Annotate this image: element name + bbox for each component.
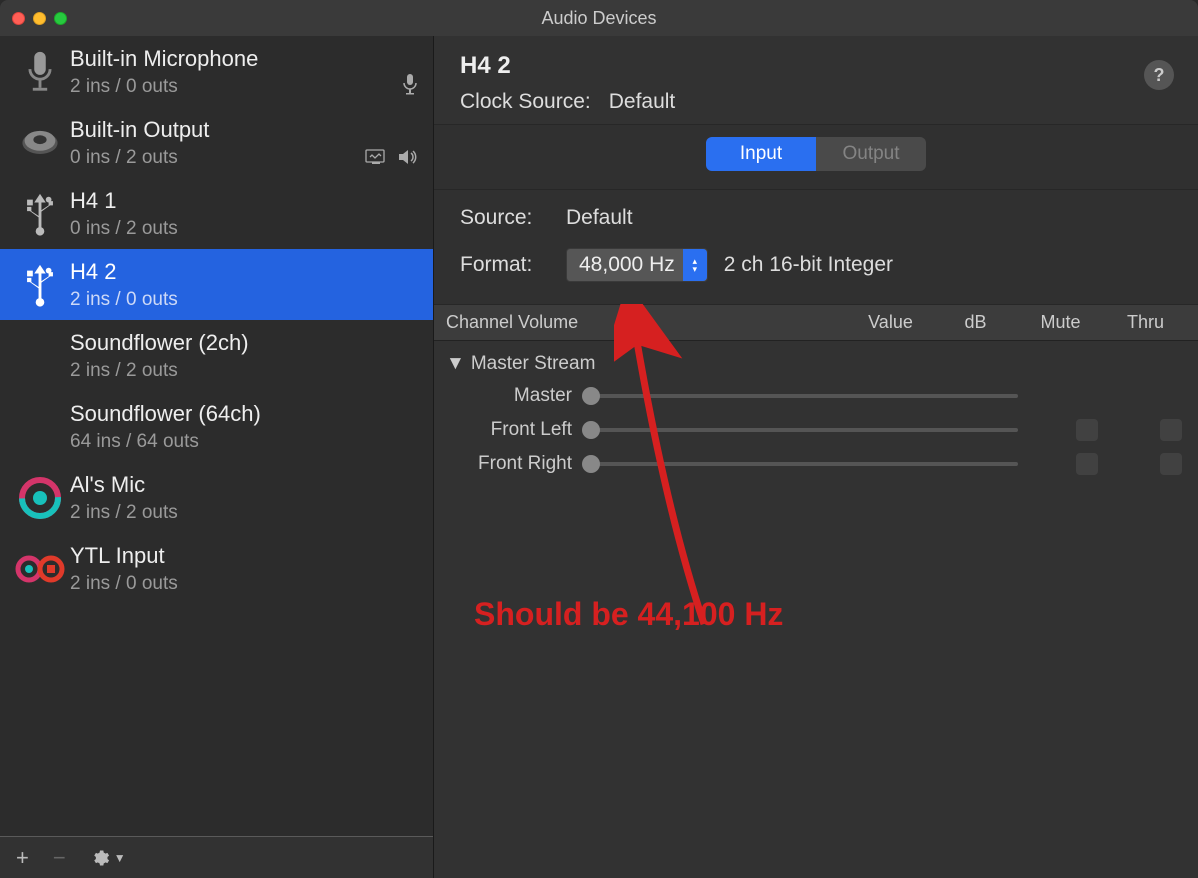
device-name: YTL Input [70, 543, 178, 569]
device-row[interactable]: Built-in Output 0 ins / 2 outs [0, 107, 433, 178]
device-icon [10, 470, 70, 526]
device-io-summary: 64 ins / 64 outs [70, 431, 261, 453]
device-io-summary: 2 ins / 0 outs [70, 76, 258, 98]
close-window-button[interactable] [12, 12, 25, 25]
selected-device-title: H4 2 [460, 52, 1178, 80]
device-io-summary: 2 ins / 0 outs [70, 289, 178, 311]
col-mute: Mute [1018, 312, 1103, 333]
device-name: H4 1 [70, 188, 178, 214]
device-row[interactable]: Al's Mic 2 ins / 2 outs [0, 462, 433, 533]
titlebar: Audio Devices [0, 0, 1198, 36]
clock-source-label: Clock Source: [460, 90, 591, 114]
device-icon [10, 541, 70, 597]
device-icon [10, 115, 70, 171]
device-row[interactable]: H4 2 2 ins / 0 outs [0, 249, 433, 320]
volume-slider[interactable] [586, 394, 1018, 398]
device-icon [10, 257, 70, 313]
device-icon [10, 399, 70, 455]
mute-checkbox[interactable] [1076, 419, 1098, 441]
format-select-value: 48,000 Hz [579, 253, 675, 277]
device-icon [10, 44, 70, 100]
device-icon [10, 328, 70, 384]
mic-indicator-icon [401, 73, 419, 95]
source-label: Source: [460, 206, 550, 230]
device-indicators [401, 73, 419, 95]
channel-label: Front Left [446, 419, 586, 441]
clock-source-value: Default [609, 90, 676, 114]
thru-checkbox[interactable] [1160, 419, 1182, 441]
thru-checkbox[interactable] [1160, 453, 1182, 475]
actions-menu-button[interactable]: ▼ [90, 848, 126, 868]
channel-label: Front Right [446, 453, 586, 475]
col-value: Value [848, 312, 933, 333]
volume-slider[interactable] [586, 428, 1018, 432]
sidebar-toolbar: + − ▼ [0, 836, 433, 878]
device-name: Built-in Microphone [70, 46, 258, 72]
master-stream-label: Master Stream [471, 353, 596, 375]
format-description: 2 ch 16-bit Integer [724, 253, 893, 277]
device-io-summary: 0 ins / 2 outs [70, 147, 209, 169]
speaker-indicator-icon [397, 148, 419, 166]
detail-pane: H4 2 Clock Source: Default ? Input Outpu… [434, 36, 1198, 878]
traffic-lights [12, 12, 67, 25]
mute-checkbox[interactable] [1076, 453, 1098, 475]
device-sidebar: Built-in Microphone2 ins / 0 outsBuilt-i… [0, 36, 434, 878]
source-value: Default [566, 206, 633, 230]
device-name: Built-in Output [70, 117, 209, 143]
device-icon [10, 186, 70, 242]
system-output-icon [365, 148, 387, 166]
format-select[interactable]: 48,000 Hz [566, 248, 708, 282]
volume-row: Front Right [446, 447, 1188, 481]
volume-slider[interactable] [586, 462, 1018, 466]
tab-output[interactable]: Output [816, 137, 926, 171]
col-thru: Thru [1103, 312, 1188, 333]
disclosure-triangle-icon: ▼ [446, 353, 465, 375]
master-stream-group[interactable]: ▼ Master Stream [446, 349, 1188, 379]
col-db: dB [933, 312, 1018, 333]
device-row[interactable]: YTL Input 2 ins / 0 outs [0, 533, 433, 604]
device-io-summary: 2 ins / 2 outs [70, 502, 178, 524]
annotation-text: Should be 44,100 Hz [474, 596, 783, 633]
window-title: Audio Devices [541, 8, 656, 29]
remove-device-button[interactable]: − [53, 845, 66, 871]
add-device-button[interactable]: + [16, 845, 29, 871]
col-channel: Channel Volume [446, 312, 848, 333]
device-row[interactable]: H4 1 0 ins / 2 outs [0, 178, 433, 249]
device-io-summary: 2 ins / 0 outs [70, 573, 178, 595]
format-label: Format: [460, 253, 550, 277]
channel-label: Master [446, 385, 586, 407]
device-name: Soundflower (2ch) [70, 330, 249, 356]
device-row[interactable]: Soundflower (2ch) 2 ins / 2 outs [0, 320, 433, 391]
zoom-window-button[interactable] [54, 12, 67, 25]
tab-input[interactable]: Input [706, 137, 816, 171]
device-name: H4 2 [70, 259, 178, 285]
minimize-window-button[interactable] [33, 12, 46, 25]
chevron-updown-icon [683, 249, 707, 281]
help-button[interactable]: ? [1144, 60, 1174, 90]
gear-icon [90, 848, 110, 868]
io-segmented-control: Input Output [706, 137, 926, 171]
device-io-summary: 2 ins / 2 outs [70, 360, 249, 382]
device-name: Soundflower (64ch) [70, 401, 261, 427]
device-io-summary: 0 ins / 2 outs [70, 218, 178, 240]
device-row[interactable]: Built-in Microphone 2 ins / 0 outs [0, 36, 433, 107]
device-indicators [365, 148, 419, 166]
volume-row: Front Left [446, 413, 1188, 447]
device-name: Al's Mic [70, 472, 178, 498]
device-list: Built-in Microphone2 ins / 0 outsBuilt-i… [0, 36, 433, 836]
volume-row: Master [446, 379, 1188, 413]
device-row[interactable]: Soundflower (64ch) 64 ins / 64 outs [0, 391, 433, 462]
volume-table-header: Channel Volume Value dB Mute Thru [434, 305, 1198, 341]
